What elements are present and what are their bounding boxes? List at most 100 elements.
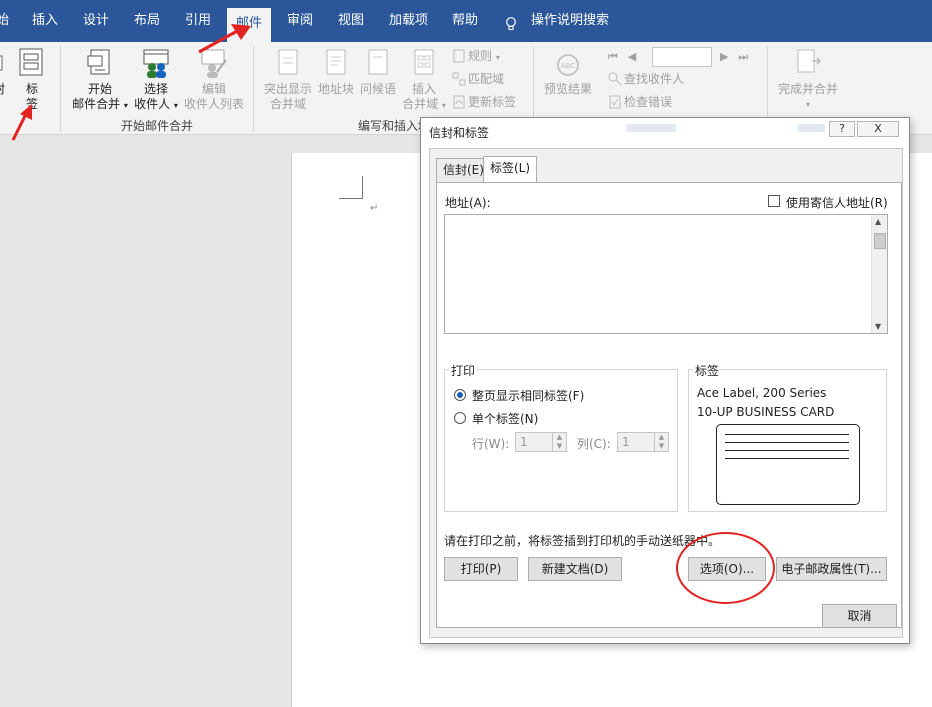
select-recipients-label-2: 收件人 <box>134 97 171 111</box>
chevron-down-icon: ▾ <box>173 101 178 110</box>
scroll-down-icon[interactable]: ▼ <box>875 322 881 331</box>
blurred-text <box>797 124 825 132</box>
start-mail-merge-button[interactable]: 开始 邮件合并 ▾ <box>70 48 130 113</box>
recipients-icon <box>143 49 169 78</box>
rules-icon <box>453 49 465 63</box>
select-recipients-button[interactable]: 选择 收件人 ▾ <box>132 48 180 113</box>
greeting-line-label: 问候语 <box>359 82 396 96</box>
finish-merge-icon <box>797 49 822 73</box>
chevron-down-icon: ▾ <box>123 101 128 110</box>
row-label: 行(W): <box>472 437 510 451</box>
label-preview-line <box>725 450 849 451</box>
match-fields-label: 匹配域 <box>468 72 505 86</box>
check-errors-icon <box>609 95 621 109</box>
close-button[interactable]: X <box>857 121 899 137</box>
label-product: 10-UP BUSINESS CARD <box>697 405 835 419</box>
menu-start[interactable]: 始 <box>0 11 9 31</box>
insert-field-icon <box>414 49 434 75</box>
ribbon-separator <box>253 46 254 132</box>
print-groupbox: 打印 整页显示相同标签(F) 单个标签(N) 行(W): 1 ▲ ▼ 列(C): … <box>444 362 678 512</box>
highlight-icon <box>278 49 298 75</box>
column-stepper[interactable]: 1 ▲ ▼ <box>617 432 669 452</box>
stepper-arrows-icon[interactable]: ▲ ▼ <box>552 433 566 451</box>
rules-label: 规则 <box>468 49 493 63</box>
match-fields-icon <box>452 72 466 86</box>
ribbon-separator <box>60 46 61 132</box>
cancel-button[interactable]: 取消 <box>822 604 897 628</box>
epostage-properties-button[interactable]: 电子邮政属性(T)... <box>776 557 887 581</box>
print-group-title: 打印 <box>449 362 478 379</box>
scroll-up-icon[interactable]: ▲ <box>875 217 881 226</box>
greeting-icon <box>368 49 388 75</box>
new-document-button[interactable]: 新建文档(D) <box>528 557 622 581</box>
use-return-address-checkbox[interactable] <box>768 195 780 207</box>
menu-addins[interactable]: 加载项 <box>389 11 428 31</box>
next-record-button[interactable]: ▶ ⏭ <box>720 47 748 65</box>
label-group-title: 标签 <box>693 362 722 379</box>
help-button[interactable]: ? <box>829 121 855 137</box>
envelopes-button[interactable]: 封 <box>0 52 6 97</box>
margin-corner-mark <box>339 198 363 199</box>
finish-merge-button[interactable]: 完成并合并 ▾ <box>776 48 840 112</box>
column-value: 1 <box>622 435 630 449</box>
label-groupbox[interactable]: 标签 Ace Label, 200 Series 10-UP BUSINESS … <box>688 362 887 512</box>
manual-feed-hint: 请在打印之前，将标签插到打印机的手动送纸器中。 <box>444 534 721 548</box>
highlight-label-2: 合并域 <box>269 97 306 111</box>
row-value: 1 <box>520 435 528 449</box>
labels-icon <box>19 48 43 76</box>
greeting-line-button[interactable]: 问候语 <box>358 48 398 97</box>
paragraph-mark: ↵ <box>370 203 379 214</box>
tell-me-search[interactable]: 操作说明搜索 <box>531 11 609 31</box>
menu-bar: 始 插入 设计 布局 引用 邮件 审阅 视图 加载项 帮助 操作说明搜索 <box>0 0 932 42</box>
address-textarea[interactable]: ▲ ▼ <box>444 214 888 334</box>
insert-merge-field-button[interactable]: 插入 合并域 ▾ <box>400 48 448 113</box>
document-merge-icon <box>87 49 110 75</box>
lightbulb-icon <box>506 17 516 31</box>
single-label-radio[interactable] <box>454 412 466 424</box>
address-block-button[interactable]: 地址块 <box>316 48 356 97</box>
menu-help[interactable]: 帮助 <box>452 11 478 31</box>
labels-panel: 地址(A): 使用寄信人地址(R) ▲ ▼ 打印 整页显示相同标签(F) 单个标… <box>436 182 902 628</box>
address-scrollbar[interactable]: ▲ ▼ <box>871 215 887 333</box>
address-label: 地址(A): <box>445 196 491 210</box>
insert-field-label-2: 合并域 <box>402 97 439 111</box>
menu-insert[interactable]: 插入 <box>32 11 58 31</box>
address-block-icon <box>326 49 346 75</box>
first-record-button[interactable]: ⏮ ◀ <box>608 47 636 65</box>
insert-field-label-1: 插入 <box>411 82 436 96</box>
blurred-text <box>626 124 676 132</box>
preview-icon: ABC <box>557 54 579 76</box>
annotation-circle <box>676 532 775 604</box>
last-record-icon: ⏭ <box>738 50 749 63</box>
update-labels-button[interactable]: 更新标签 <box>452 93 516 111</box>
label-vendor: Ace Label, 200 Series <box>697 386 827 400</box>
menu-design[interactable]: 设计 <box>83 11 109 31</box>
full-page-radio[interactable] <box>454 389 466 401</box>
print-button[interactable]: 打印(P) <box>444 557 518 581</box>
dialog-body: 信封(E) 标签(L) 地址(A): 使用寄信人地址(R) ▲ ▼ 打印 整页显… <box>429 148 903 638</box>
edit-list-label-2: 收件人列表 <box>183 97 244 111</box>
find-recipient-button[interactable]: 查找收件人 <box>608 70 684 88</box>
row-stepper[interactable]: 1 ▲ ▼ <box>515 432 567 452</box>
margin-corner-mark <box>362 176 363 199</box>
full-page-label: 整页显示相同标签(F) <box>472 389 585 403</box>
start-merge-label-2: 邮件合并 <box>72 97 121 111</box>
menu-layout[interactable]: 布局 <box>134 11 160 31</box>
annotation-arrow-icon <box>198 24 251 54</box>
highlight-merge-fields-button[interactable]: 突出显示 合并域 <box>262 48 314 112</box>
select-recipients-label-1: 选择 <box>143 82 168 96</box>
stepper-arrows-icon[interactable]: ▲ ▼ <box>654 433 668 451</box>
match-fields-button[interactable]: 匹配域 <box>452 70 504 88</box>
record-number-input[interactable] <box>652 47 712 67</box>
label-preview <box>716 424 860 505</box>
next-record-icon: ▶ <box>720 50 729 63</box>
rules-button[interactable]: 规则 ▾ <box>452 47 500 65</box>
preview-results-button[interactable]: ABC 预览结果 <box>542 52 594 97</box>
update-labels-label: 更新标签 <box>468 95 517 109</box>
check-errors-button[interactable]: 检查错误 <box>608 93 672 111</box>
scroll-thumb[interactable] <box>874 233 886 249</box>
menu-view[interactable]: 视图 <box>338 11 364 31</box>
tab-labels[interactable]: 标签(L) <box>483 156 538 182</box>
check-errors-label: 检查错误 <box>624 95 673 109</box>
menu-review[interactable]: 审阅 <box>287 11 313 31</box>
